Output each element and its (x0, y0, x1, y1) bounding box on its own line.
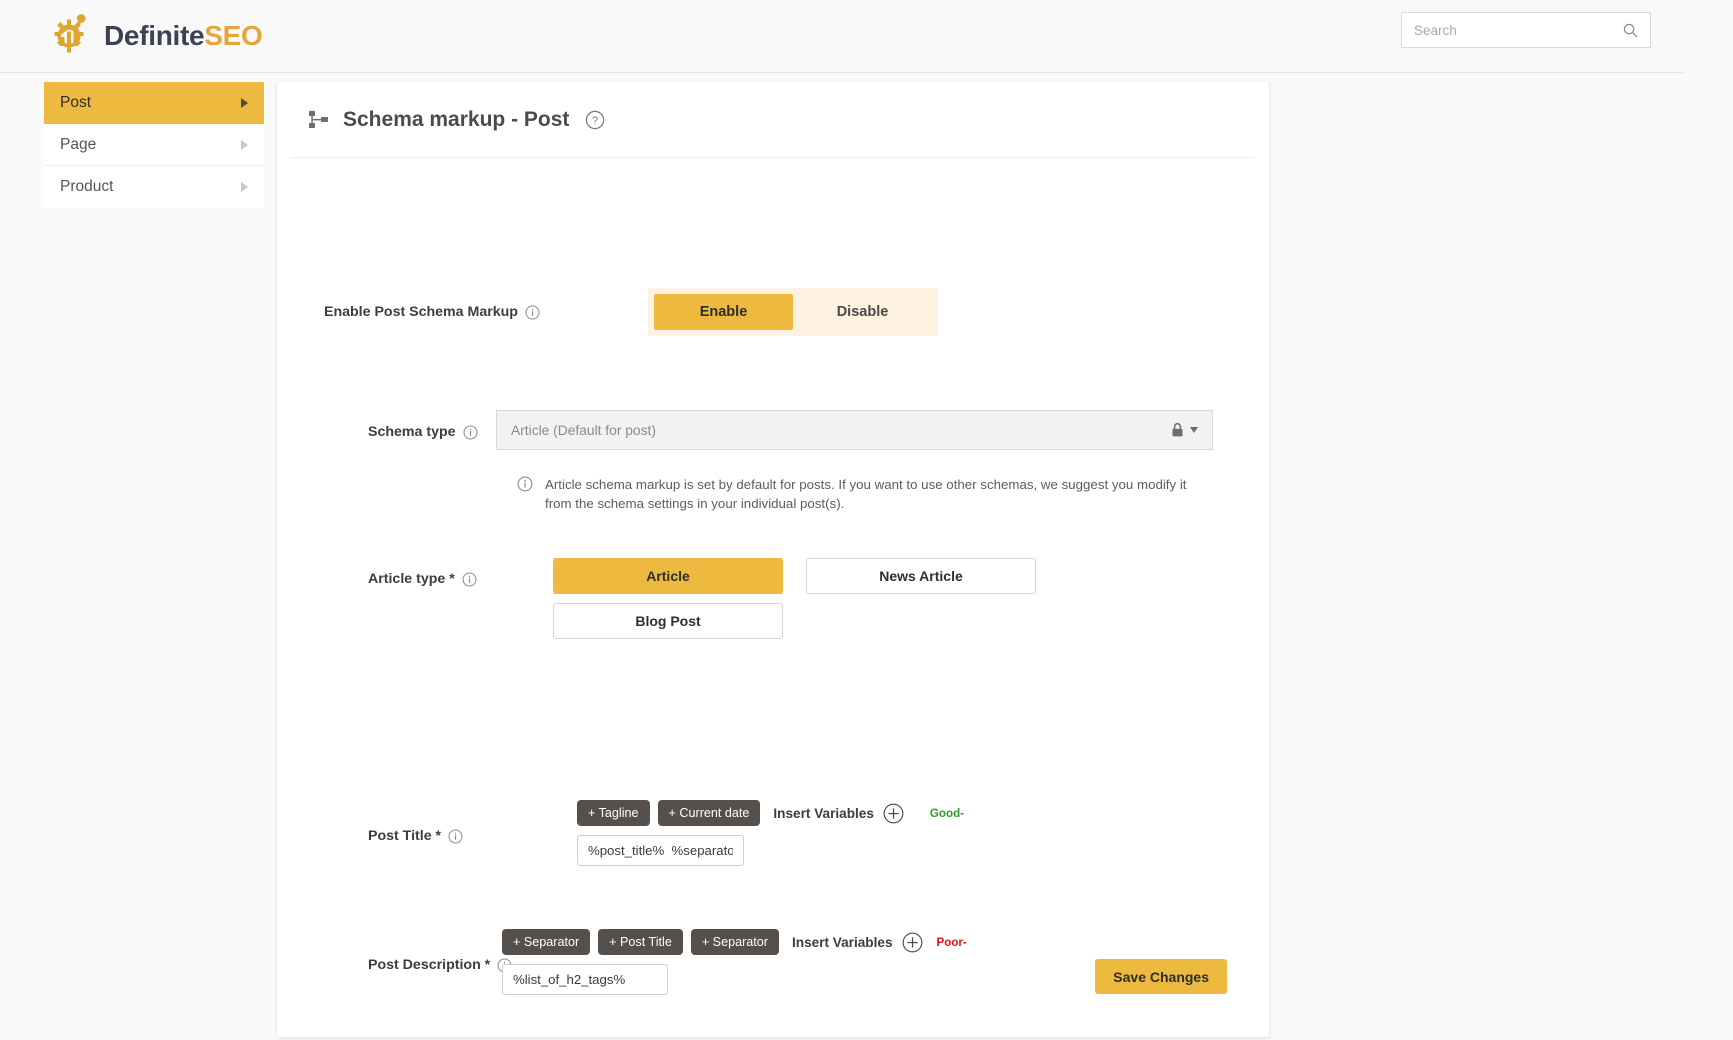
post-title-label-text: Post Title * (368, 828, 442, 844)
enable-schema-label: Enable Post Schema Markup (324, 304, 540, 320)
chevron-right-icon (241, 182, 248, 192)
search-input[interactable] (1402, 13, 1623, 47)
post-description-input[interactable] (502, 964, 668, 995)
schema-type-row: Schema type (368, 424, 478, 440)
info-circle-icon[interactable] (448, 829, 463, 844)
search-icon[interactable] (1623, 23, 1638, 38)
sidebar-item-page[interactable]: Page (44, 124, 264, 166)
brand-logo[interactable]: DefiniteSEO (48, 13, 263, 59)
article-type-row: Article type * (368, 571, 477, 587)
lock-icon (1170, 422, 1185, 438)
schema-markup-card: Schema markup - Post ? Enable Post Schem… (277, 82, 1269, 1037)
post-title-input[interactable] (577, 835, 744, 866)
post-description-chip-row: + Separator + Post Title + Separator Ins… (502, 929, 967, 955)
article-type-option-article[interactable]: Article (553, 558, 783, 594)
card-body: Enable Post Schema Markup Enable Disable… (277, 158, 1269, 1038)
post-title-chip-row: + Tagline + Current date Insert Variable… (577, 800, 964, 826)
sitemap-icon (309, 110, 328, 128)
info-circle-icon (517, 476, 533, 514)
question-circle-icon[interactable]: ? (585, 110, 605, 130)
chip-separator-1[interactable]: + Separator (502, 929, 591, 955)
post-description-label-text: Post Description * (368, 957, 491, 973)
article-type-label-text: Article type * (368, 571, 455, 587)
sidebar-item-post[interactable]: Post (44, 82, 264, 124)
page-title: Schema markup - Post (343, 107, 570, 131)
schema-type-note: Article schema markup is set by default … (517, 476, 1197, 514)
schema-type-label-text: Schema type (368, 424, 456, 440)
chip-separator-2[interactable]: + Separator (690, 929, 779, 955)
sidebar-item-label: Product (60, 178, 114, 195)
enable-schema-toggle-group: Enable Disable (648, 288, 938, 336)
schema-type-note-text: Article schema markup is set by default … (545, 477, 1187, 511)
info-circle-icon[interactable] (525, 305, 540, 320)
post-title-score: Good- (929, 806, 965, 820)
gear-chart-logo-icon (54, 14, 86, 53)
post-description-label: Post Description * (368, 957, 512, 973)
info-circle-icon[interactable] (463, 425, 478, 440)
schema-type-select[interactable]: Article (Default for post) (496, 410, 1213, 450)
brand-name: DefiniteSEO (104, 20, 263, 52)
chip-current-date[interactable]: + Current date (657, 800, 761, 826)
search-box[interactable] (1401, 12, 1651, 48)
top-bar: DefiniteSEO (0, 0, 1683, 73)
chevron-right-icon (241, 139, 248, 150)
disable-button[interactable]: Disable (793, 294, 932, 330)
info-circle-icon[interactable] (462, 572, 477, 587)
chip-tagline[interactable]: + Tagline (577, 800, 650, 826)
chevron-right-icon (241, 98, 248, 108)
plus-circle-icon[interactable] (902, 932, 923, 953)
post-description-variables: + Separator + Post Title + Separator Ins… (502, 929, 967, 995)
enable-schema-row: Enable Post Schema Markup (324, 304, 540, 320)
article-type-label: Article type * (368, 571, 477, 587)
plus-circle-icon[interactable] (883, 803, 904, 824)
post-title-label: Post Title * (368, 828, 463, 844)
chip-post-title[interactable]: + Post Title (598, 929, 683, 955)
post-title-variables: + Tagline + Current date Insert Variable… (577, 800, 964, 866)
brand-name-accent: SEO (204, 20, 263, 51)
sidebar-item-label: Page (60, 135, 97, 153)
enable-button[interactable]: Enable (654, 294, 793, 330)
save-changes-button[interactable]: Save Changes (1095, 959, 1227, 994)
sidebar-item-product[interactable]: Product (44, 166, 264, 208)
post-title-insert-variables-label: Insert Variables (773, 805, 874, 821)
schema-type-label: Schema type (368, 424, 478, 440)
post-description-insert-variables-label: Insert Variables (792, 934, 893, 950)
card-header: Schema markup - Post ? (277, 82, 1269, 157)
svg-text:?: ? (592, 115, 598, 127)
article-type-option-news-article[interactable]: News Article (806, 558, 1036, 594)
post-title-row: Post Title * (368, 828, 463, 844)
sidebar-item-label: Post (60, 94, 92, 111)
post-description-row: Post Description * (368, 957, 512, 973)
article-type-option-blog-post[interactable]: Blog Post (553, 603, 783, 639)
brand-name-primary: Definite (104, 20, 205, 51)
sidebar: Post Page Product (44, 82, 264, 208)
article-type-options: Article News Article Blog Post (553, 558, 1053, 648)
caret-down-icon (1190, 427, 1198, 433)
post-description-score: Poor- (936, 935, 967, 949)
schema-type-value: Article (Default for post) (511, 422, 656, 438)
enable-schema-label-text: Enable Post Schema Markup (324, 304, 518, 320)
